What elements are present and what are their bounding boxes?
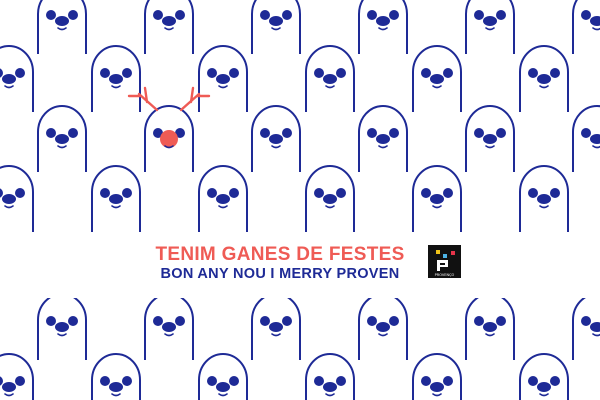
greeting-card: TENIM GANES DE FESTES BON ANY NOU I MERR… bbox=[0, 0, 600, 400]
seal-face-icon bbox=[198, 45, 248, 112]
seal-face-icon bbox=[572, 0, 600, 54]
seal-face-icon bbox=[198, 165, 248, 232]
seal-face-icon bbox=[91, 165, 141, 232]
logo-wordmark: PROVENÇO bbox=[434, 273, 455, 277]
seal-face-icon bbox=[37, 0, 87, 54]
seal-face-icon bbox=[305, 353, 355, 400]
seal-face-icon bbox=[0, 353, 34, 400]
seal-face-icon bbox=[358, 293, 408, 360]
seal-face-icon bbox=[305, 165, 355, 232]
seal-face-icon bbox=[412, 353, 462, 400]
seal-face-icon bbox=[251, 293, 301, 360]
seal-face-icon bbox=[465, 0, 515, 54]
seal-face-icon bbox=[198, 353, 248, 400]
seal-face-icon bbox=[519, 45, 569, 112]
seal-face-icon bbox=[412, 45, 462, 112]
seal-face-icon bbox=[305, 45, 355, 112]
seal-face-icon bbox=[251, 105, 301, 172]
seal-face-icon bbox=[91, 353, 141, 400]
provenco-logo-icon: PROVENÇO bbox=[428, 245, 461, 278]
seal-face-icon bbox=[465, 293, 515, 360]
headline: TENIM GANES DE FESTES bbox=[155, 244, 405, 265]
seal-face-icon bbox=[358, 0, 408, 54]
seal-face-icon bbox=[144, 293, 194, 360]
seal-face-icon bbox=[37, 105, 87, 172]
seal-face-icon bbox=[412, 165, 462, 232]
seal-face-icon bbox=[519, 165, 569, 232]
seal-face-icon bbox=[144, 0, 194, 54]
seal-face-icon bbox=[519, 353, 569, 400]
seal-face-icon bbox=[465, 105, 515, 172]
subline: BON ANY NOU I MERRY PROVEN bbox=[160, 266, 400, 282]
seal-face-icon bbox=[91, 45, 141, 112]
seal-face-icon bbox=[251, 0, 301, 54]
seal-pattern bbox=[0, 0, 600, 400]
seal-face-icon bbox=[0, 165, 34, 232]
seal-face-icon bbox=[358, 105, 408, 172]
seal-face-icon bbox=[37, 293, 87, 360]
seal-face-icon bbox=[0, 45, 34, 112]
seal-face-icon bbox=[572, 105, 600, 172]
seal-face-icon bbox=[572, 293, 600, 360]
